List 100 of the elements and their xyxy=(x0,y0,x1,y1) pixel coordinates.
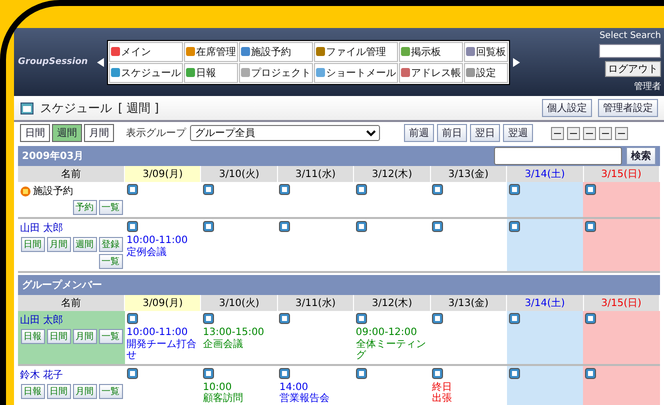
menu-item[interactable]: ファイル管理 xyxy=(314,42,398,62)
facility-name: 施設予約 xyxy=(33,184,73,198)
row-action-button[interactable]: 日間 xyxy=(46,329,70,344)
add-schedule-icon xyxy=(356,221,367,232)
section-title: 2009年03月 xyxy=(22,150,84,163)
view-tab[interactable]: 月間 xyxy=(84,124,114,142)
add-schedule-icon xyxy=(279,184,290,195)
menu-item[interactable]: 掲示板 xyxy=(399,42,463,62)
row-action-button[interactable]: 日間 xyxy=(46,384,70,398)
app-icon xyxy=(186,68,195,77)
row-action-button[interactable]: 日報 xyxy=(20,329,44,344)
user-name-link[interactable]: 鈴木 花子 xyxy=(20,368,64,382)
schedule-entry[interactable]: 企画会議 xyxy=(202,338,276,350)
schedule-entry[interactable]: 全体ミーティング xyxy=(356,338,428,362)
schedule-entry[interactable]: 10:00-11:00 xyxy=(126,327,199,338)
menu-item[interactable]: 日報 xyxy=(184,62,238,82)
app-icon xyxy=(241,47,250,56)
search-field[interactable] xyxy=(599,44,661,58)
row-action-button[interactable]: 月間 xyxy=(72,329,96,344)
row-action-button[interactable]: 日間 xyxy=(20,237,44,252)
menu-item[interactable]: 設定 xyxy=(464,62,508,82)
app-icon xyxy=(401,68,410,77)
row-action-button[interactable]: 月間 xyxy=(46,237,70,252)
section-title: グループメンバー xyxy=(22,278,102,292)
day-header: 3/14(土) xyxy=(506,166,584,182)
day-header: 3/09(月) xyxy=(124,295,201,311)
app-icon xyxy=(466,68,475,77)
view-tab[interactable]: 日間 xyxy=(20,124,50,142)
scroll-right-arrow[interactable] xyxy=(513,58,520,66)
schedule-entry[interactable]: 顧客訪問 xyxy=(202,393,276,404)
row-action-button[interactable]: 一覧 xyxy=(98,254,122,269)
settings-button[interactable]: 管理者設定 xyxy=(598,99,658,117)
menu-item[interactable]: ショートメール xyxy=(314,62,398,82)
menu-item[interactable]: メイン xyxy=(109,42,183,62)
add-schedule-icon xyxy=(508,221,520,232)
row-action-button[interactable]: 月間 xyxy=(72,384,96,398)
add-schedule-icon xyxy=(432,184,444,195)
group-dropdown[interactable]: グループ全員 xyxy=(190,125,380,141)
day-header: 3/12(木) xyxy=(354,166,430,182)
day-header: 3/15(日) xyxy=(583,166,660,182)
add-schedule-icon xyxy=(279,368,290,378)
row-action-button[interactable]: 予約 xyxy=(72,200,96,215)
nav-button[interactable]: 前週 xyxy=(404,124,434,142)
add-schedule-icon xyxy=(508,184,520,195)
row-action-button[interactable]: 一覧 xyxy=(98,200,122,215)
nav-button[interactable]: 翌日 xyxy=(470,124,500,142)
column-header: 名前 xyxy=(18,295,124,311)
row-action-button[interactable]: 一覧 xyxy=(98,329,122,344)
row-action-button[interactable]: 一覧 xyxy=(98,384,122,398)
menu-item[interactable]: 在席管理 xyxy=(184,42,238,62)
menu-item[interactable]: 回覧板 xyxy=(464,42,508,62)
scroll-left-arrow[interactable] xyxy=(97,58,104,66)
search-button[interactable]: 検索 xyxy=(626,147,656,165)
user-name-link[interactable]: 山田 太郎 xyxy=(20,221,64,235)
schedule-entry[interactable]: 終日 xyxy=(432,382,505,393)
app-icon xyxy=(466,47,475,56)
page-title: スケジュール xyxy=(40,100,112,116)
day-header: 3/15(日) xyxy=(583,295,660,311)
schedule-entry[interactable]: 10:00 xyxy=(202,382,276,393)
schedule-entry[interactable]: 10:00-11:00 定例会議 xyxy=(126,235,199,258)
schedule-entry[interactable]: 開発チーム打合せ xyxy=(126,338,199,362)
day-header: 3/11(水) xyxy=(277,295,354,311)
app-icon xyxy=(241,68,250,77)
day-header: 3/12(木) xyxy=(354,295,430,311)
schedule-entry[interactable]: 出張 xyxy=(432,393,505,404)
app-icon xyxy=(316,47,325,56)
row-action-button[interactable]: 日報 xyxy=(20,384,44,398)
settings-button[interactable]: 個人設定 xyxy=(542,99,592,117)
schedule-entry[interactable]: 13:00-15:00 xyxy=(202,327,276,338)
nav-button[interactable]: 翌週 xyxy=(503,124,533,142)
add-schedule-icon xyxy=(432,368,444,378)
menu-item[interactable]: スケジュール xyxy=(109,62,183,82)
search-label: Select Search xyxy=(599,31,661,41)
row-action-button[interactable]: 週間 xyxy=(72,237,96,252)
logo-text: GroupSession xyxy=(18,57,89,67)
logout-button[interactable]: ログアウト xyxy=(605,61,661,77)
menu-item[interactable]: アドレス帳 xyxy=(399,62,463,82)
menu-item[interactable]: 施設予約 xyxy=(239,42,313,62)
view-tab[interactable]: 週間 xyxy=(52,124,82,142)
search-field[interactable] xyxy=(494,147,622,165)
day-header: 3/14(土) xyxy=(506,295,584,311)
add-schedule-icon xyxy=(585,368,596,378)
schedule-entry[interactable]: 14:00 xyxy=(279,382,352,393)
add-schedule-icon xyxy=(585,221,596,232)
nav-button[interactable]: 前日 xyxy=(437,124,467,142)
row-action-button[interactable]: 登録 xyxy=(98,237,122,252)
add-schedule-icon xyxy=(126,313,138,324)
app-icon xyxy=(111,68,120,77)
day-header: 3/10(火) xyxy=(200,295,278,311)
column-header: 名前 xyxy=(18,166,124,182)
schedule-entry[interactable]: 09:00-12:00 xyxy=(356,327,428,338)
day-header: 3/13(金) xyxy=(430,295,507,311)
schedule-entry[interactable]: 営業報告会 xyxy=(279,393,352,404)
user-name-link[interactable]: 山田 太郎 xyxy=(20,313,64,327)
add-schedule-icon xyxy=(356,313,367,324)
add-schedule-icon xyxy=(356,184,367,195)
add-schedule-icon xyxy=(585,313,596,324)
app-icon xyxy=(186,47,195,56)
menu-item[interactable]: プロジェクト xyxy=(239,62,313,82)
day-header: 3/10(火) xyxy=(200,166,278,182)
